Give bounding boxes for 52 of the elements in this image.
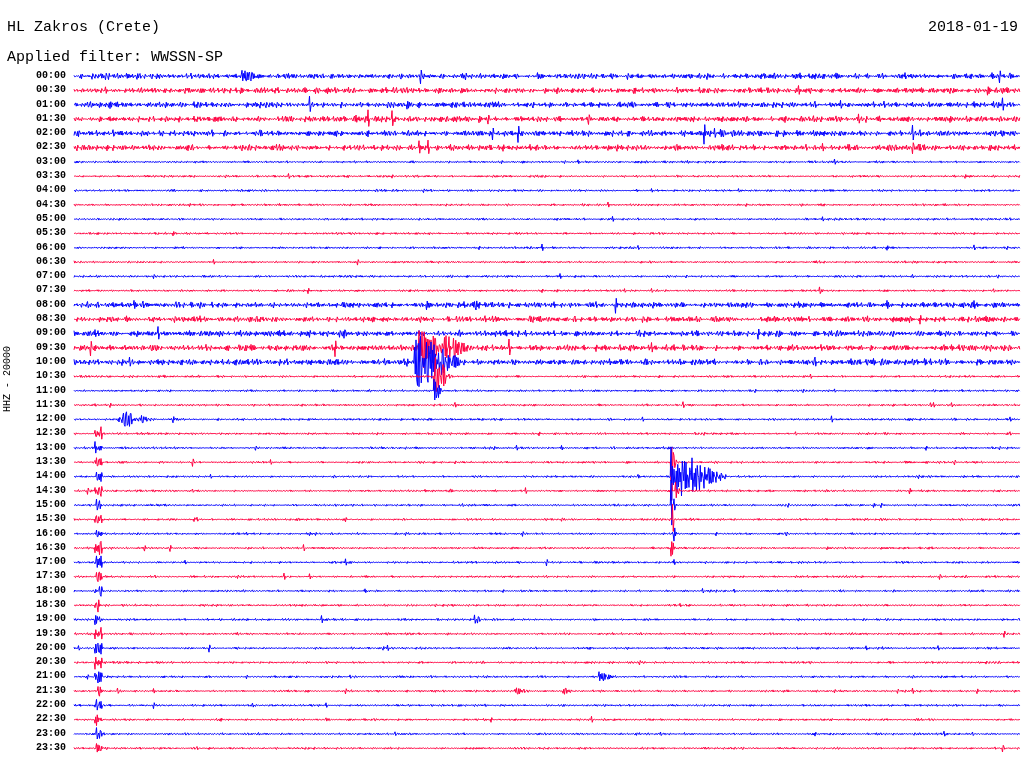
time-label: 23:00: [35, 726, 66, 741]
time-label: 02:30: [35, 140, 66, 155]
time-label: 17:30: [35, 569, 66, 584]
time-label: 14:00: [35, 469, 66, 484]
time-label: 22:30: [35, 712, 66, 727]
time-label: 18:30: [35, 598, 66, 612]
time-label: 13:30: [35, 455, 66, 469]
time-label: 03:00: [35, 154, 66, 169]
time-label: 23:30: [35, 740, 66, 755]
time-label: 10:30: [35, 369, 66, 384]
time-label: 19:30: [35, 626, 66, 641]
time-label: 20:30: [35, 655, 66, 670]
time-label: 09:30: [35, 340, 66, 355]
time-label: 13:00: [35, 440, 66, 455]
date-label: 2018-01-19: [928, 18, 1018, 38]
time-label: 15:00: [35, 497, 66, 512]
time-label: 15:30: [35, 512, 66, 527]
time-label: 00:00: [35, 69, 66, 83]
time-label: 20:00: [35, 640, 66, 655]
time-label: 02:00: [35, 126, 66, 141]
time-label: 22:00: [35, 698, 66, 713]
time-label: 17:00: [35, 555, 66, 570]
time-label: 06:30: [35, 254, 66, 269]
time-label: 07:00: [35, 269, 66, 284]
time-label: 16:30: [35, 540, 66, 555]
time-label: 21:00: [35, 669, 66, 684]
filter-label: Applied filter: WWSSN-SP: [7, 49, 224, 66]
time-label: 10:00: [35, 354, 66, 369]
time-label: 19:00: [35, 612, 66, 627]
time-label: 04:00: [35, 183, 66, 198]
time-label: 04:30: [35, 197, 66, 212]
time-label: 01:00: [35, 97, 66, 112]
time-label: 03:30: [35, 169, 66, 184]
station-title: HL Zakros (Crete): [7, 18, 161, 38]
time-label: 00:30: [35, 83, 66, 98]
time-label: 08:30: [35, 312, 66, 327]
time-label: 01:30: [35, 111, 66, 126]
time-label: 05:00: [35, 211, 66, 226]
time-label: 11:00: [35, 383, 66, 398]
time-label: 08:00: [35, 297, 66, 312]
time-label: 14:30: [35, 483, 66, 498]
time-label: 06:00: [35, 240, 66, 255]
time-label: 12:30: [35, 426, 66, 441]
channel-label: HHZ - 20000: [2, 346, 13, 412]
time-label: 16:00: [35, 526, 66, 541]
time-label: 18:00: [35, 583, 66, 598]
time-label: 05:30: [35, 226, 66, 241]
time-label: 09:00: [35, 326, 66, 341]
time-label: 21:30: [35, 683, 66, 698]
time-label: 11:30: [35, 397, 66, 412]
time-label: 07:30: [35, 283, 66, 298]
time-label: 12:00: [35, 412, 66, 427]
